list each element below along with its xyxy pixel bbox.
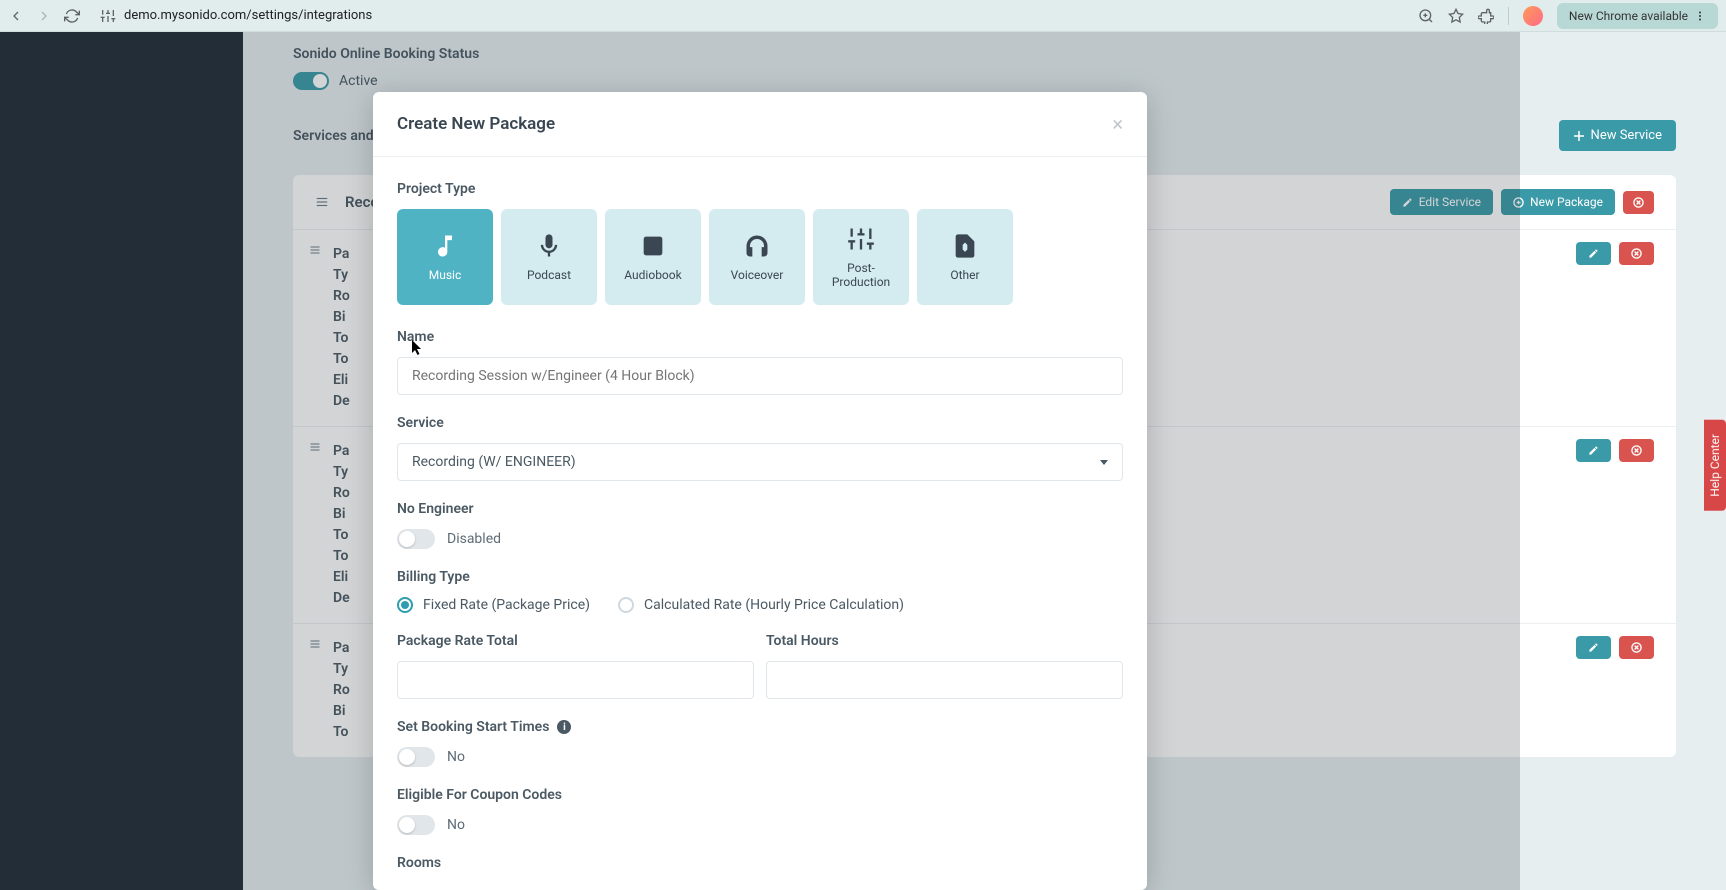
project-type-audiobook[interactable]: Audiobook	[605, 209, 701, 305]
pencil-icon	[1588, 248, 1599, 259]
book-icon	[639, 232, 667, 260]
billing-type-label: Billing Type	[397, 569, 1123, 585]
chrome-update-button[interactable]: New Chrome available	[1557, 3, 1718, 29]
back-icon[interactable]	[8, 8, 24, 24]
modal-title: Create New Package	[397, 114, 555, 134]
delete-service-button[interactable]	[1623, 191, 1654, 214]
radio-icon	[618, 597, 634, 613]
main-content: Sonido Online Booking Status Active Serv…	[243, 32, 1726, 890]
service-select[interactable]: Recording (W/ ENGINEER)	[397, 443, 1123, 481]
info-icon[interactable]: i	[557, 720, 571, 734]
booking-start-toggle[interactable]	[397, 747, 435, 767]
pencil-icon	[1588, 642, 1599, 653]
site-settings-icon	[100, 8, 116, 24]
coupon-label: Eligible For Coupon Codes	[397, 787, 1123, 803]
headphones-icon	[743, 232, 771, 260]
caret-down-icon	[1100, 460, 1108, 465]
coupon-toggle[interactable]	[397, 815, 435, 835]
coupon-state: No	[447, 817, 465, 833]
close-circle-icon	[1631, 642, 1642, 653]
project-type-other[interactable]: Other	[917, 209, 1013, 305]
file-audio-icon	[951, 232, 979, 260]
modal-overlay: Create New Package × Project Type Music …	[243, 32, 1520, 890]
booking-start-label: Set Booking Start Times	[397, 719, 549, 735]
close-circle-icon	[1631, 248, 1642, 259]
package-rate-label: Package Rate Total	[397, 633, 754, 649]
billing-fixed-radio[interactable]: Fixed Rate (Package Price)	[397, 597, 590, 613]
booking-start-state: No	[447, 749, 465, 765]
project-type-postprod[interactable]: Post-Production	[813, 209, 909, 305]
profile-avatar[interactable]	[1523, 6, 1543, 26]
create-package-modal: Create New Package × Project Type Music …	[373, 92, 1147, 890]
new-service-button[interactable]: New Service	[1559, 120, 1676, 151]
package-rate-input[interactable]	[397, 661, 754, 699]
project-type-label: Project Type	[397, 181, 1123, 197]
url-text: demo.mysonido.com/settings/integrations	[124, 8, 372, 23]
billing-calculated-radio[interactable]: Calculated Rate (Hourly Price Calculatio…	[618, 597, 904, 613]
pencil-icon	[1588, 445, 1599, 456]
sliders-icon	[847, 225, 875, 253]
reload-icon[interactable]	[64, 8, 80, 24]
forward-icon[interactable]	[36, 8, 52, 24]
close-circle-icon	[1633, 197, 1644, 208]
no-engineer-label: No Engineer	[397, 501, 1123, 517]
edit-package-button[interactable]	[1576, 439, 1611, 462]
radio-icon	[397, 597, 413, 613]
zoom-icon[interactable]	[1418, 8, 1434, 24]
close-icon[interactable]: ×	[1112, 112, 1123, 136]
project-type-voiceover[interactable]: Voiceover	[709, 209, 805, 305]
name-label: Name	[397, 329, 1123, 345]
address-bar[interactable]: demo.mysonido.com/settings/integrations	[92, 8, 1406, 24]
edit-package-button[interactable]	[1576, 242, 1611, 265]
bookmark-icon[interactable]	[1448, 8, 1464, 24]
microphone-icon	[535, 232, 563, 260]
project-type-podcast[interactable]: Podcast	[501, 209, 597, 305]
browser-toolbar: demo.mysonido.com/settings/integrations …	[0, 0, 1726, 32]
name-input[interactable]	[397, 357, 1123, 395]
delete-package-button[interactable]	[1619, 636, 1654, 659]
total-hours-input[interactable]	[766, 661, 1123, 699]
delete-package-button[interactable]	[1619, 439, 1654, 462]
total-hours-label: Total Hours	[766, 633, 1123, 649]
project-type-music[interactable]: Music	[397, 209, 493, 305]
delete-package-button[interactable]	[1619, 242, 1654, 265]
close-circle-icon	[1631, 445, 1642, 456]
rooms-label: Rooms	[397, 855, 1123, 871]
no-engineer-toggle[interactable]	[397, 529, 435, 549]
extensions-icon[interactable]	[1478, 8, 1494, 24]
music-icon	[431, 232, 459, 260]
edit-package-button[interactable]	[1576, 636, 1611, 659]
more-icon	[1694, 10, 1706, 22]
no-engineer-state: Disabled	[447, 531, 501, 547]
service-label: Service	[397, 415, 1123, 431]
help-center-tab[interactable]: Help Center	[1704, 420, 1726, 511]
plus-icon	[1573, 130, 1585, 142]
